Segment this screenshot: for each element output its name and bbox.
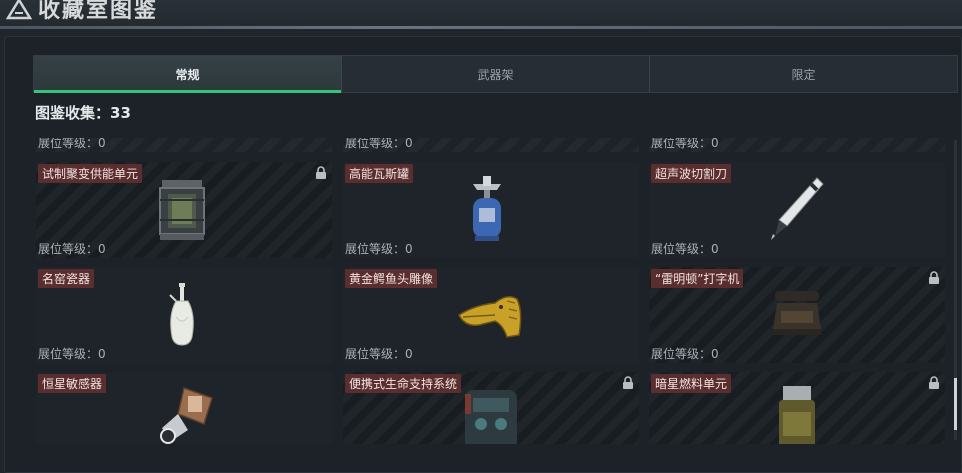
collection-card-typewriter[interactable]: “雷明顿”打字机 展位等级：0 [649,267,945,363]
scrollbar-thumb[interactable] [954,378,957,430]
collection-card-star-sensor[interactable]: 恒星敏感器 展位等级： [36,372,332,444]
collection-card-crocodile[interactable]: 黄金鳄鱼头雕像 展位等级：0 [343,267,639,363]
collection-card-life-support[interactable]: 便携式生命支持系统 展位等级： [343,372,639,444]
booth-level: 展位等级：0 [38,240,106,257]
booth-level: 展位等级：0 [345,240,413,257]
tab-weapon-rack[interactable]: 武器架 [342,56,650,92]
collection-card-partial[interactable]: 展位等级：0 [36,138,332,152]
booth-level-value: 0 [405,242,413,256]
tab-regular[interactable]: 常规 [34,56,342,93]
lock-icon [929,376,939,389]
item-name: 超声波切割刀 [651,164,732,183]
booth-level-prefix: 展位等级： [345,242,406,256]
collection-card-fusion-unit[interactable]: 试制聚变供能单元 展位等级：0 [36,162,332,258]
booth-level-value: 0 [98,347,106,361]
lock-icon [929,271,939,284]
item-name: “雷明顿”打字机 [651,269,744,288]
booth-level-value: 0 [98,242,106,256]
booth-level-prefix: 展位等级： [38,138,99,150]
dark-star-fuel-cell-icon [779,386,815,444]
booth-level-prefix: 展位等级： [651,242,712,256]
tab-weapon-rack-label: 武器架 [477,67,514,82]
ultrasonic-cutter-icon [771,177,824,240]
star-sensor-icon [160,387,213,444]
collection-card-partial[interactable]: 展位等级：0 [649,138,945,152]
page-title: 收藏室图鉴 [38,0,159,23]
booth-level: 展位等级：0 [345,138,413,151]
item-name: 高能瓦斯罐 [345,164,414,183]
golden-crocodile-head-icon [458,296,522,338]
lock-icon [316,166,326,179]
booth-level: 展位等级：0 [345,345,413,362]
collection-count: 图鉴收集：33 [35,104,131,122]
booth-level: 展位等级：0 [651,240,719,257]
title-divider [0,26,962,29]
life-support-system-icon [465,390,517,444]
collection-card-ultrasonic-cutter[interactable]: 超声波切割刀 展位等级：0 [649,162,945,258]
booth-level-value: 0 [711,242,719,256]
lock-icon [623,376,633,389]
collection-grid: 展位等级：0 展位等级：0 展位等级：0 试制聚变供能单元 展位等级：0 高能瓦… [36,138,946,444]
booth-level-value: 0 [98,138,106,150]
warning-triangle-icon [6,0,32,20]
booth-level-prefix: 展位等级： [38,347,99,361]
booth-level-prefix: 展位等级： [345,347,406,361]
collection-card-dark-star-fuel[interactable]: 暗星燃料单元 展位等级： [649,372,945,444]
booth-level-prefix: 展位等级： [651,138,712,150]
booth-level-value: 0 [405,347,413,361]
booth-level: 展位等级：0 [38,345,106,362]
item-name: 黄金鳄鱼头雕像 [345,269,438,288]
booth-level-prefix: 展位等级： [651,347,712,361]
item-name: 名窑瓷器 [38,269,95,288]
tab-limited[interactable]: 限定 [650,56,957,92]
gas-canister-icon [473,176,501,241]
booth-level-value: 0 [405,138,413,150]
item-name: 试制聚变供能单元 [38,164,143,183]
porcelain-vase-icon [169,283,194,346]
booth-level-value: 0 [711,138,719,150]
typewriter-icon [773,291,821,335]
item-name: 暗星燃料单元 [651,374,732,393]
booth-level: 展位等级：0 [38,138,106,151]
booth-level-value: 0 [711,347,719,361]
booth-level: 展位等级：0 [651,345,719,362]
tab-limited-label: 限定 [791,67,816,82]
tab-regular-label: 常规 [175,67,200,82]
collection-card-gas-canister[interactable]: 高能瓦斯罐 展位等级：0 [343,162,639,258]
collection-card-porcelain[interactable]: 名窑瓷器 展位等级：0 [36,267,332,363]
fusion-power-unit-icon [159,180,205,240]
item-name: 便携式生命支持系统 [345,374,462,393]
booth-level: 展位等级：0 [651,138,719,151]
title-bar: 收藏室图鉴 [0,0,962,26]
collection-card-partial[interactable]: 展位等级：0 [343,138,639,152]
booth-level-prefix: 展位等级： [345,138,406,150]
category-tabs: 常规 武器架 限定 [33,55,958,93]
item-name: 恒星敏感器 [38,374,107,393]
booth-level-prefix: 展位等级： [38,242,99,256]
